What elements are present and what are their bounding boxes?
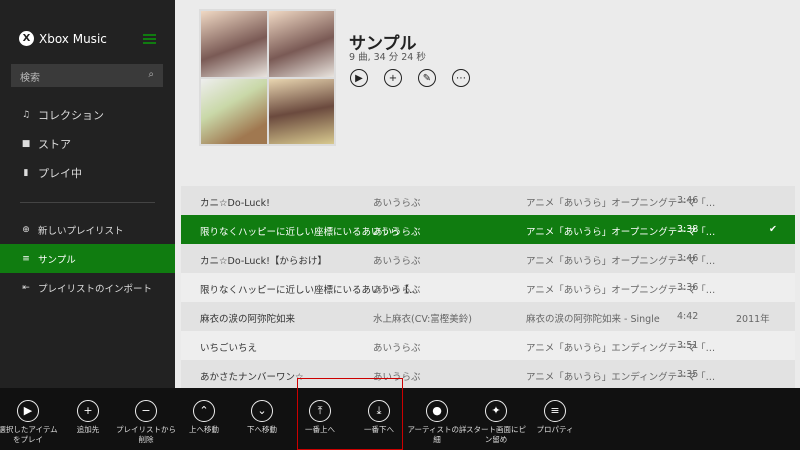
button-label: 追加先 <box>76 425 100 434</box>
button-label: スタート画面にピン留め <box>466 425 526 444</box>
pin-icon: ✦ <box>485 400 507 422</box>
track-row[interactable]: カニ☆Do-Luck!【からおけ】 あいうらぶ アニメ「あいうら」オープニングテーマ… <box>181 244 795 273</box>
track-list: カニ☆Do-Luck! あいうらぶ アニメ「あいうら」オープニングテーマ「… 3:46… <box>181 186 795 389</box>
button-label: プロパティ <box>536 425 574 434</box>
menu-icon[interactable] <box>143 34 156 44</box>
track-row[interactable]: 麻衣の涙の阿弥陀如来 水上麻衣(CV:富樫美鈴) 麻衣の涙の阿弥陀如来 - Sing… <box>181 302 795 331</box>
play-button[interactable]: ▶ <box>350 69 368 87</box>
import-icon: ⇤ <box>22 282 30 293</box>
now-playing-icon: ▮ <box>23 167 29 178</box>
sidebar-item-import-playlist[interactable]: ⇤ プレイリストのインポート <box>0 273 175 302</box>
sidebar-item-label: ストア <box>38 137 71 151</box>
properties-icon: ≡ <box>544 400 566 422</box>
track-artist: 水上麻衣(CV:富樫美鈴) <box>373 314 472 325</box>
pin-button[interactable]: ✦ スタート画面にピン留め <box>466 400 526 445</box>
search-icon[interactable]: ⌕ <box>148 69 154 82</box>
button-label: 下へ移動 <box>247 425 277 434</box>
properties-button[interactable]: ≡ プロパティ <box>525 400 585 435</box>
sidebar-item-label: プレイ中 <box>38 166 82 180</box>
track-row[interactable]: 限りなくハッピーに近しい座標にいるあいうら あいうらぶ アニメ「あいうら」オープニン… <box>181 215 795 244</box>
sidebar-item-label: 新しいプレイリスト <box>38 225 124 237</box>
track-duration: 3:36 <box>677 282 699 293</box>
track-year: 2011年 <box>736 314 770 325</box>
track-title: 麻衣の涙の阿弥陀如来 <box>200 314 296 325</box>
button-label: 上へ移動 <box>189 425 219 434</box>
track-artist: あいうらぶ <box>373 256 421 267</box>
search-placeholder: 検索 <box>20 73 40 84</box>
track-album: 麻衣の涙の阿弥陀如来 - Single <box>526 314 660 325</box>
sidebar-item-new-playlist[interactable]: ⊕ 新しいプレイリスト <box>0 215 175 244</box>
track-duration: 3:51 <box>677 340 699 351</box>
button-label: 選択したアイテムをプレイ <box>0 425 58 444</box>
more-button[interactable]: ⋯ <box>452 69 470 87</box>
divider <box>20 202 155 203</box>
track-title: カニ☆Do-Luck! <box>200 198 270 209</box>
play-icon: ▶ <box>17 400 39 422</box>
track-title: カニ☆Do-Luck!【からおけ】 <box>200 256 327 267</box>
check-icon: ✔ <box>769 224 777 235</box>
sidebar-item-sample[interactable]: ≡ サンプル <box>0 244 175 273</box>
move-down-button[interactable]: ⌄ 下へ移動 <box>232 400 292 435</box>
artist-button[interactable]: ● アーティストの詳細 <box>407 400 467 445</box>
sidebar-item-store[interactable]: ■ ストア <box>0 129 175 158</box>
track-duration: 3:46 <box>677 253 699 264</box>
track-duration: 3:38 <box>677 224 699 235</box>
sidebar-item-collection[interactable]: ♫ コレクション <box>0 100 175 129</box>
move-up-button[interactable]: ⌃ 上へ移動 <box>174 400 234 435</box>
app-logo[interactable]: X Xbox Music <box>19 31 107 46</box>
button-label: アーティストの詳細 <box>407 425 467 444</box>
search-input[interactable]: 検索 ⌕ <box>11 64 163 87</box>
store-icon: ■ <box>21 138 31 149</box>
play-button[interactable]: ▶ 選択したアイテムをプレイ <box>0 400 58 445</box>
track-artist: あいうらぶ <box>373 198 421 209</box>
highlight-box <box>297 378 403 450</box>
track-artist: あいうらぶ <box>373 227 421 238</box>
xbox-logo-icon: X <box>19 31 34 46</box>
track-duration: 3:46 <box>677 195 699 206</box>
sidebar-item-now-playing[interactable]: ▮ プレイ中 <box>0 158 175 187</box>
artist-icon: ● <box>426 400 448 422</box>
track-row[interactable]: いちごいちえ あいうらぶ アニメ「あいうら」エンディングテーマ「… 3:51 <box>181 331 795 360</box>
track-artist: あいうらぶ <box>373 285 421 296</box>
sidebar-item-label: プレイリストのインポート <box>38 283 153 295</box>
playlist-icon: ≡ <box>22 253 30 264</box>
add-icon: + <box>77 400 99 422</box>
edit-button[interactable]: ✎ <box>418 69 436 87</box>
add-circle-icon: ⊕ <box>22 224 30 235</box>
app-title: Xbox Music <box>39 31 107 46</box>
add-button[interactable]: + 追加先 <box>58 400 118 435</box>
playlist-view: サンプル 9 曲, 34 分 24 秒 ▶ + ✎ ⋯ カニ☆Do-Luck! あ… <box>175 0 800 389</box>
album-art <box>199 9 336 146</box>
track-row[interactable]: カニ☆Do-Luck! あいうらぶ アニメ「あいうら」オープニングテーマ「… 3:46 <box>181 186 795 215</box>
track-title: あかさたナンバーワン☆ <box>200 372 304 383</box>
track-duration: 3:35 <box>677 369 699 380</box>
sidebar-item-label: サンプル <box>38 254 76 266</box>
track-title: 限りなくハッピーに近しい座標にいるあいうら <box>200 227 400 238</box>
track-artist: あいうらぶ <box>373 343 421 354</box>
track-row[interactable]: あかさたナンバーワン☆ あいうらぶ アニメ「あいうら」エンディングテーマ「… 3:35 <box>181 360 795 389</box>
button-label: プレイリストから削除 <box>116 425 176 444</box>
track-title: いちごいちえ <box>200 343 258 354</box>
remove-icon: − <box>135 400 157 422</box>
sidebar-item-label: コレクション <box>38 108 104 122</box>
music-note-icon: ♫ <box>21 109 31 120</box>
sidebar: X Xbox Music 検索 ⌕ ♫ コレクション ■ ストア ▮ プレイ中 ⊕ 新しいプ… <box>0 0 175 388</box>
track-duration: 4:42 <box>677 311 699 322</box>
remove-button[interactable]: − プレイリストから削除 <box>116 400 176 445</box>
move-down-icon: ⌄ <box>251 400 273 422</box>
track-row[interactable]: 限りなくハッピーに近しい座標にいるあいうら【… あいうらぶ アニメ「あいうら」オープ… <box>181 273 795 302</box>
move-up-icon: ⌃ <box>193 400 215 422</box>
playlist-meta: 9 曲, 34 分 24 秒 <box>349 52 426 63</box>
add-button[interactable]: + <box>384 69 402 87</box>
